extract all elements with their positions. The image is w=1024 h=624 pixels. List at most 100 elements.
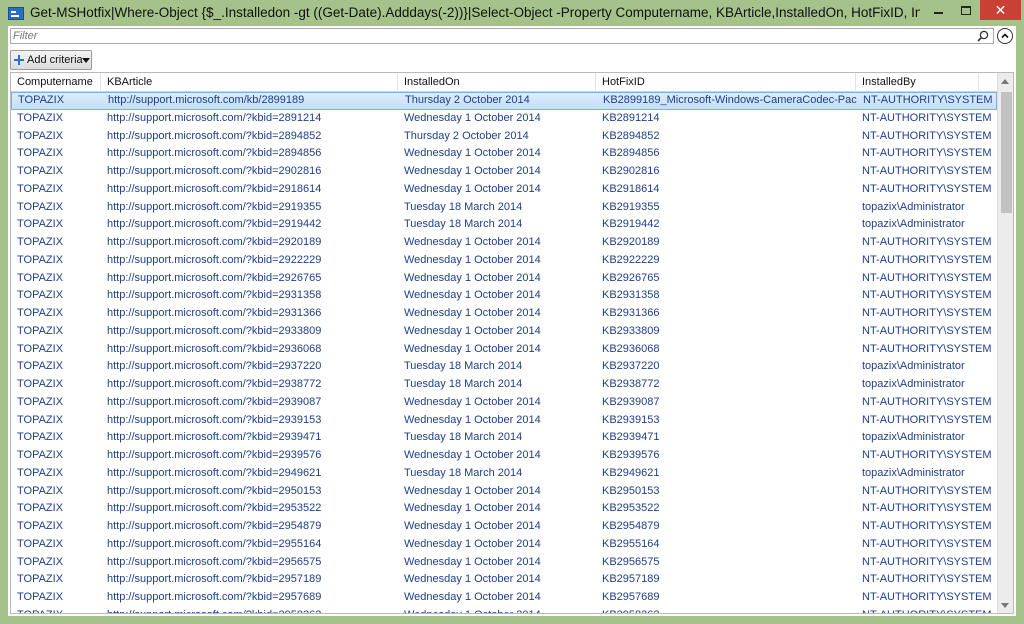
table-row[interactable]: TOPAZIXhttp://support.microsoft.com/?kbi… xyxy=(11,181,997,199)
cell-installedby: NT-AUTHORITY\SYSTEM xyxy=(862,502,992,515)
table-row[interactable]: TOPAZIXhttp://support.microsoft.com/?kbi… xyxy=(11,500,997,518)
cell-computername: TOPAZIX xyxy=(17,129,64,142)
cell-computername: TOPAZIX xyxy=(17,307,64,319)
table-row[interactable]: TOPAZIXhttp://support.microsoft.com/?kbi… xyxy=(11,252,997,270)
vertical-scrollbar[interactable] xyxy=(997,73,1013,613)
chevron-up-icon xyxy=(1001,33,1009,39)
collapse-criteria-button[interactable] xyxy=(997,28,1013,44)
cell-installedon: Wednesday 1 October 2014 xyxy=(404,520,541,532)
cell-installedon: Tuesday 18 March 2014 xyxy=(404,360,523,373)
column-header-hotfixid[interactable]: HotFixID xyxy=(596,73,856,92)
cell-kbarticle: http://support.microsoft.com/?kbid=29028… xyxy=(107,165,322,177)
table-row[interactable]: TOPAZIXhttp://support.microsoft.com/?kbi… xyxy=(11,199,997,217)
cell-hotfixid: KB2920189 xyxy=(602,236,660,248)
cell-installedon: Wednesday 1 October 2014 xyxy=(404,555,541,568)
cell-hotfixid: KB2939153 xyxy=(602,413,660,426)
column-header-computername[interactable]: Computername xyxy=(11,73,101,92)
cell-installedon: Wednesday 1 October 2014 xyxy=(404,537,541,550)
cell-kbarticle: http://support.microsoft.com/?kbid=29360… xyxy=(107,342,322,355)
scroll-thumb[interactable] xyxy=(1001,92,1012,213)
cell-computername: TOPAZIX xyxy=(17,324,64,337)
cell-kbarticle: http://support.microsoft.com/?kbid=29313… xyxy=(107,289,322,302)
cell-hotfixid: KB2958262 xyxy=(596,607,856,613)
cell-installedby: NT-AUTHORITY\SYSTEM xyxy=(862,129,992,142)
cell-hotfixid: KB2894852 xyxy=(602,129,660,142)
cell-kbarticle: http://support.microsoft.com/?kbid=29222… xyxy=(107,253,322,266)
filter-box[interactable] xyxy=(10,28,994,44)
grid-rows: TOPAZIX http://support.microsoft.com/kb/2… xyxy=(11,92,997,613)
table-row[interactable]: TOPAZIXhttp://support.microsoft.com/?kbi… xyxy=(11,483,997,501)
table-row[interactable]: TOPAZIXhttp://support.microsoft.com/?kbi… xyxy=(11,287,997,305)
cell-kbarticle: http://support.microsoft.com/?kbid=29571… xyxy=(107,573,322,586)
cell-computername: TOPAZIX xyxy=(17,591,64,603)
cell-computername: TOPAZIX xyxy=(17,200,64,213)
table-row[interactable]: TOPAZIXhttp://support.microsoft.com/?kbi… xyxy=(11,394,997,412)
cell-computername: TOPAZIX xyxy=(11,607,101,613)
scroll-up-arrow-icon[interactable] xyxy=(1001,79,1009,84)
table-row[interactable]: TOPAZIXhttp://support.microsoft.com/?kbi… xyxy=(11,305,997,323)
table-row[interactable]: TOPAZIXhttp://support.microsoft.com/?kbi… xyxy=(11,429,997,447)
cell-installedon: Tuesday 18 March 2014 xyxy=(404,466,523,479)
cell-installedon: Wednesday 1 October 2014 xyxy=(404,147,541,160)
table-row[interactable]: TOPAZIXhttp://support.microsoft.com/?kbi… xyxy=(11,465,997,483)
table-row[interactable]: TOPAZIXhttp://support.microsoft.com/?kbi… xyxy=(11,270,997,288)
table-row[interactable]: TOPAZIXhttp://support.microsoft.com/?kbi… xyxy=(11,128,997,146)
results-grid[interactable]: Computername KBArticle InstalledOn HotFi… xyxy=(10,72,1014,614)
cell-installedon: Tuesday 18 March 2014 xyxy=(404,200,523,213)
table-row[interactable]: TOPAZIXhttp://support.microsoft.com/?kbi… xyxy=(11,163,997,181)
cell-installedby: topazix\Administrator xyxy=(862,378,965,390)
table-row[interactable]: TOPAZIXhttp://support.microsoft.com/?kbi… xyxy=(11,571,997,589)
table-row[interactable]: TOPAZIXhttp://support.microsoft.com/?kbi… xyxy=(11,216,997,234)
cell-hotfixid: KB2926765 xyxy=(602,271,660,284)
title-bar[interactable]: Get-MSHotfix|Where-Object {$_.Installedo… xyxy=(0,0,1024,26)
cell-installedon: Thursday 2 October 2014 xyxy=(404,129,529,142)
table-row[interactable]: TOPAZIXhttp://support.microsoft.com/?kbi… xyxy=(11,358,997,376)
table-row[interactable]: TOPAZIXhttp://support.microsoft.com/?kbi… xyxy=(11,323,997,341)
column-header-installedby[interactable]: InstalledBy xyxy=(856,73,979,92)
scroll-down-arrow-icon[interactable] xyxy=(1001,603,1009,608)
cell-installedby: NT-AUTHORITY\SYSTEM xyxy=(862,449,992,461)
search-icon[interactable] xyxy=(977,30,989,42)
table-row[interactable]: TOPAZIX http://support.microsoft.com/?kbi… xyxy=(11,518,997,536)
cell-computername: TOPAZIX xyxy=(17,555,64,568)
column-header-installedon[interactable]: InstalledOn xyxy=(398,73,596,92)
cell-hotfixid: KB2957689 xyxy=(602,591,660,603)
table-row[interactable]: TOPAZIXhttp://support.microsoft.com/?kbi… xyxy=(11,554,997,572)
minimize-icon xyxy=(933,11,943,14)
cell-kbarticle: http://support.microsoft.com/?kbid=29576… xyxy=(107,591,322,603)
table-row[interactable]: TOPAZIXhttp://support.microsoft.com/?kbi… xyxy=(11,536,997,554)
cell-kbarticle: http://support.microsoft.com/?kbid=29548… xyxy=(107,520,322,532)
minimize-button[interactable] xyxy=(924,0,952,20)
cell-computername: TOPAZIX xyxy=(17,449,64,461)
table-row[interactable]: TOPAZIXhttp://support.microsoft.com/?kbi… xyxy=(11,607,997,613)
close-button[interactable]: ✕ xyxy=(980,0,1021,20)
cell-installedon: Wednesday 1 October 2014 xyxy=(404,324,541,337)
table-row[interactable]: TOPAZIX http://support.microsoft.com/?kbi… xyxy=(11,589,997,607)
add-criteria-button[interactable]: Add criteria xyxy=(10,50,92,70)
cell-installedon: Wednesday 1 October 2014 xyxy=(404,165,541,177)
cell-installedon: Wednesday 1 October 2014 xyxy=(404,449,541,461)
table-row[interactable]: TOPAZIXhttp://support.microsoft.com/?kbi… xyxy=(11,447,997,465)
table-row[interactable]: TOPAZIXhttp://support.microsoft.com/?kbi… xyxy=(11,234,997,252)
table-row[interactable]: TOPAZIXhttp://support.microsoft.com/?kbi… xyxy=(11,145,997,163)
cell-hotfixid: KB2937220 xyxy=(602,360,660,373)
cell-installedby: NT-AUTHORITY\SYSTEM xyxy=(862,165,992,177)
table-row[interactable]: TOPAZIXhttp://support.microsoft.com/?kbi… xyxy=(11,376,997,394)
cell-hotfixid: KB2956575 xyxy=(602,555,660,568)
powershell-window-icon[interactable] xyxy=(8,7,24,20)
cell-installedby: NT-AUTHORITY\SYSTEM xyxy=(862,520,992,532)
cell-installedon: Wednesday 1 October 2014 xyxy=(404,182,541,195)
cell-computername: TOPAZIX xyxy=(17,520,64,532)
cell-installedon: Wednesday 1 October 2014 xyxy=(404,271,541,284)
cell-installedon: Wednesday 1 October 2014 xyxy=(404,253,541,266)
table-row[interactable]: TOPAZIXhttp://support.microsoft.com/?kbi… xyxy=(11,110,997,128)
maximize-button[interactable] xyxy=(952,0,979,20)
filter-input[interactable] xyxy=(13,29,973,43)
table-row[interactable]: TOPAZIX http://support.microsoft.com/kb/2… xyxy=(11,92,997,110)
table-row[interactable]: TOPAZIXhttp://support.microsoft.com/?kbi… xyxy=(11,341,997,359)
column-header-kbarticle[interactable]: KBArticle xyxy=(101,73,398,92)
close-icon: ✕ xyxy=(994,2,1007,18)
cell-installedon: Wednesday 1 October 2014 xyxy=(404,573,541,586)
cell-hotfixid: KB2950153 xyxy=(602,484,660,497)
table-row[interactable]: TOPAZIXhttp://support.microsoft.com/?kbi… xyxy=(11,412,997,430)
